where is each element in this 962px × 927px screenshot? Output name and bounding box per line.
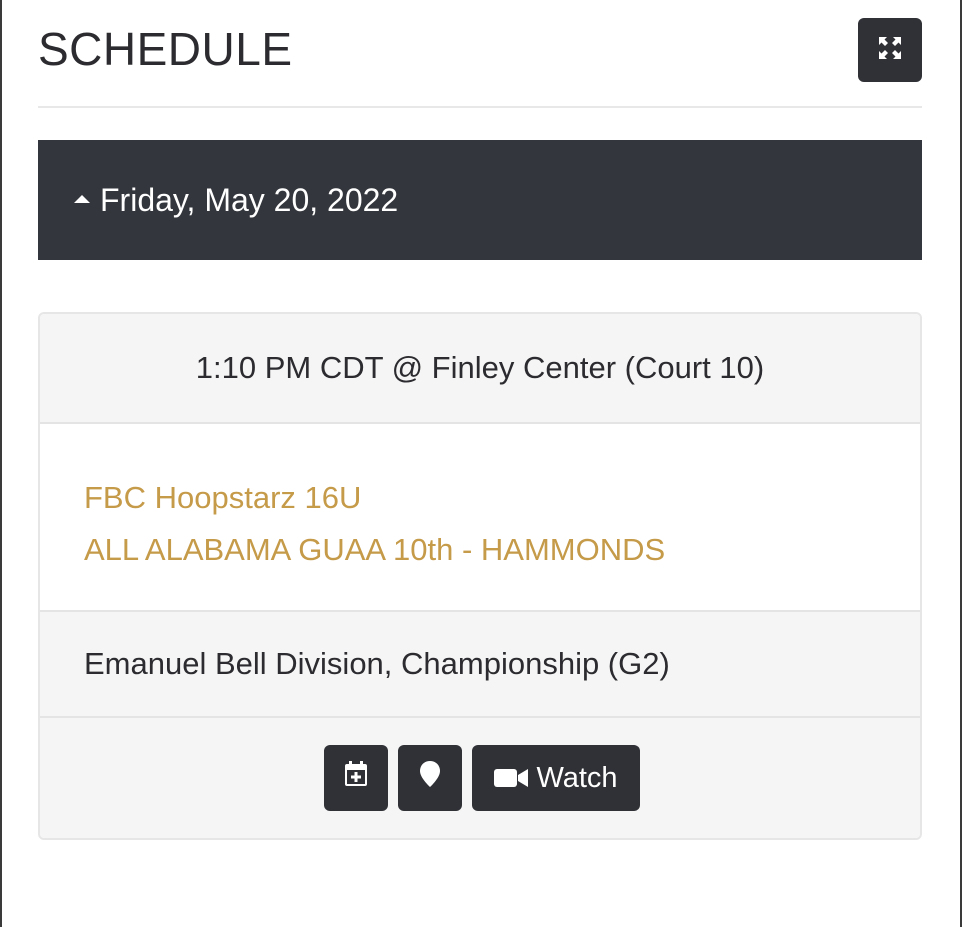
page-title: SCHEDULE [38, 23, 293, 75]
game-actions: Watch [40, 718, 920, 838]
schedule-header: SCHEDULE [38, 0, 922, 108]
caret-up-icon [74, 195, 90, 203]
add-to-calendar-button[interactable] [324, 745, 388, 811]
day-toggle[interactable]: Friday, May 20, 2022 [38, 140, 922, 260]
expand-button[interactable] [858, 18, 922, 82]
map-pin-icon [419, 760, 441, 796]
game-teams: FBC Hoopstarz 16U ALL ALABAMA GUAA 10th … [40, 424, 920, 612]
watch-button[interactable]: Watch [472, 745, 640, 811]
video-camera-icon [494, 767, 530, 789]
location-button[interactable] [398, 745, 462, 811]
day-label: Friday, May 20, 2022 [100, 181, 399, 218]
game-division: Emanuel Bell Division, Championship (G2) [40, 612, 920, 718]
calendar-add-icon [344, 761, 368, 795]
expand-arrows-icon [877, 35, 903, 66]
schedule-panel: SCHEDULE Friday, May 20, 2022 1:10 PM CD… [38, 0, 922, 840]
watch-label: Watch [536, 761, 618, 794]
game-time-location: 1:10 PM CDT @ Finley Center (Court 10) [40, 314, 920, 424]
team-link-away[interactable]: ALL ALABAMA GUAA 10th - HAMMONDS [84, 524, 920, 576]
game-card: 1:10 PM CDT @ Finley Center (Court 10) F… [38, 312, 922, 840]
team-link-home[interactable]: FBC Hoopstarz 16U [84, 472, 920, 524]
